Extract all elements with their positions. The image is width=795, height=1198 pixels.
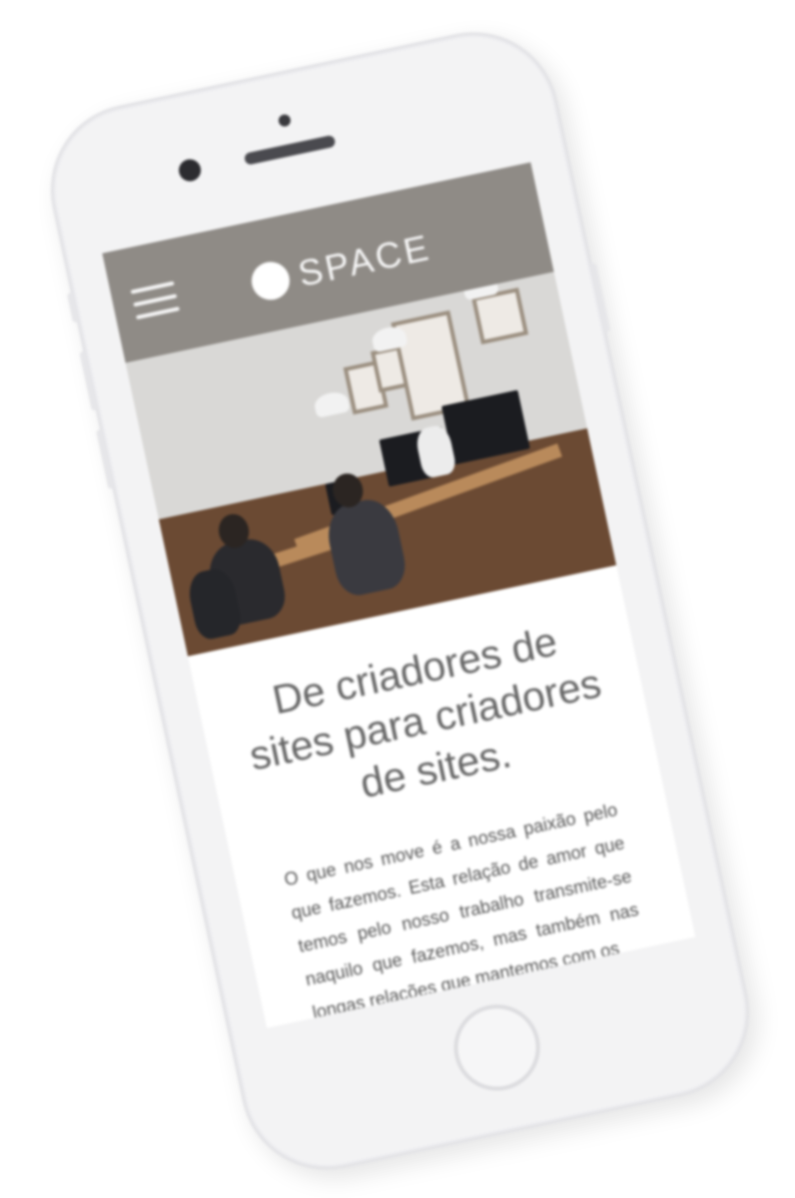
- menu-bar: [130, 281, 175, 295]
- phone-mute-switch: [66, 292, 79, 323]
- site-logo[interactable]: SPACE: [247, 225, 435, 306]
- intro-paragraph: O que nos move é a nossa paixão pelo que…: [282, 799, 641, 1023]
- earpiece-speaker: [243, 134, 337, 166]
- home-button[interactable]: [445, 996, 548, 1099]
- phone-power-button: [590, 262, 611, 333]
- page-headline: De criadores de sites para criadores de …: [245, 617, 605, 807]
- front-camera-icon: [176, 157, 203, 184]
- phone-volume-up-button: [79, 350, 98, 411]
- phone-screen: SPACE De criadores de sites para criador…: [102, 162, 696, 1029]
- sensor-dot-icon: [277, 113, 292, 128]
- logo-circle-icon: [248, 258, 294, 304]
- hamburger-menu-icon[interactable]: [130, 281, 182, 325]
- menu-bar: [135, 306, 180, 320]
- phone-mockup: SPACE De criadores de sites para criador…: [34, 16, 766, 1186]
- menu-bar: [133, 293, 178, 307]
- mockup-stage: SPACE De criadores de sites para criador…: [0, 0, 795, 1198]
- logo-text: SPACE: [294, 226, 435, 295]
- phone-volume-down-button: [95, 429, 115, 490]
